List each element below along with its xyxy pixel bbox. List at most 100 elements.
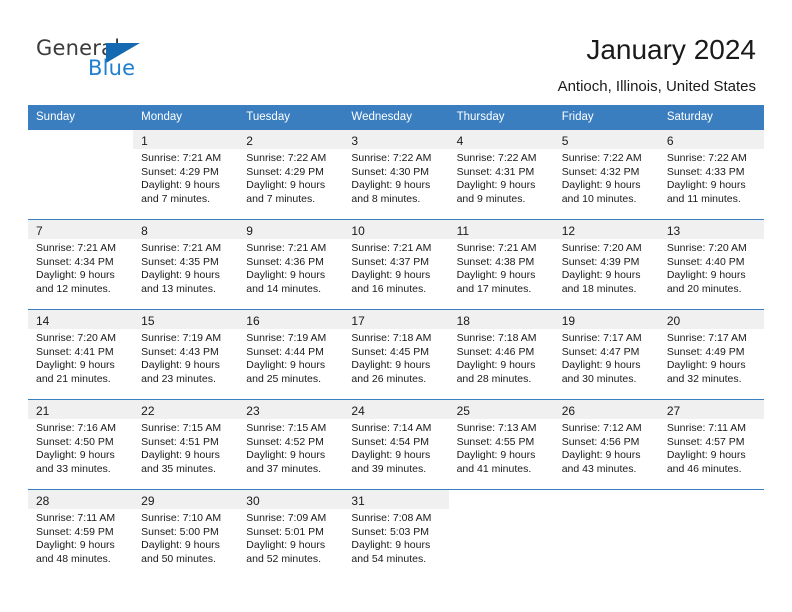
sunrise-text: Sunrise: 7:15 AM (246, 422, 327, 434)
day-details: Sunrise: 7:18 AM Sunset: 4:45 PM Daylight:… (343, 329, 448, 386)
sunrise-text: Sunrise: 7:20 AM (666, 242, 747, 254)
calendar-day-cell[interactable]: 15 Sunrise: 7:19 AM Sunset: 4:43 PM Dayligh… (133, 309, 239, 400)
daylight-text-line1: Daylight: 9 hours (246, 449, 326, 462)
day-number-band: 13 (658, 220, 764, 239)
day-number-band: 21 (28, 400, 134, 419)
daylight-text-line2: and 23 minutes. (141, 372, 216, 385)
calendar-day-cell[interactable]: 27 Sunrise: 7:11 AM Sunset: 4:57 PM Dayligh… (658, 399, 764, 490)
day-number-band: 20 (658, 310, 764, 329)
daylight-text-line2: and 48 minutes. (36, 552, 111, 565)
day-number-band: 2 (238, 130, 344, 149)
sunset-text: Sunset: 4:32 PM (561, 165, 640, 178)
daylight-text-line1: Daylight: 9 hours (141, 359, 220, 372)
daylight-text-line1: Daylight: 9 hours (666, 179, 746, 192)
daylight-text-line2: and 14 minutes. (246, 282, 321, 295)
general-blue-logo[interactable]: General Blue (36, 36, 166, 84)
daylight-text-line1: Daylight: 9 hours (36, 539, 115, 552)
day-number: 23 (246, 404, 260, 418)
calendar-day-cell[interactable]: 13 Sunrise: 7:20 AM Sunset: 4:40 PM Dayligh… (658, 219, 764, 310)
daylight-text-line1: Daylight: 9 hours (561, 359, 641, 372)
calendar-table: Sunday Monday Tuesday Wednesday Thursday… (28, 105, 764, 580)
calendar-day-cell[interactable]: 8 Sunrise: 7:21 AM Sunset: 4:35 PM Daylight… (133, 219, 239, 310)
calendar-day-cell[interactable]: 29 Sunrise: 7:10 AM Sunset: 5:00 PM Dayligh… (133, 489, 239, 580)
sunrise-text: Sunrise: 7:20 AM (561, 242, 642, 254)
day-number-band: 16 (238, 310, 344, 329)
calendar-day-cell[interactable]: 16 Sunrise: 7:19 AM Sunset: 4:44 PM Dayligh… (238, 309, 344, 400)
weekday-header-friday: Friday (553, 105, 659, 130)
calendar-day-cell[interactable]: 24 Sunrise: 7:14 AM Sunset: 4:54 PM Dayligh… (343, 399, 449, 490)
calendar-day-cell[interactable]: 10 Sunrise: 7:21 AM Sunset: 4:37 PM Dayligh… (343, 219, 449, 310)
calendar-day-cell[interactable]: 4 Sunrise: 7:22 AM Sunset: 4:31 PM Daylight… (448, 129, 554, 220)
day-number: 29 (141, 494, 155, 508)
sunrise-text: Sunrise: 7:19 AM (141, 332, 222, 344)
calendar-day-cell[interactable]: 23 Sunrise: 7:15 AM Sunset: 4:52 PM Dayligh… (238, 399, 344, 490)
sunset-text: Sunset: 4:38 PM (456, 255, 535, 268)
day-number-band: 22 (133, 400, 239, 419)
sunset-text: Sunset: 4:44 PM (246, 345, 324, 358)
day-number-band: 15 (133, 310, 239, 329)
day-details: Sunrise: 7:21 AM Sunset: 4:34 PM Daylight:… (28, 239, 133, 296)
calendar-day-cell[interactable]: 28 Sunrise: 7:11 AM Sunset: 4:59 PM Dayligh… (28, 489, 134, 580)
calendar-day-cell[interactable]: 3 Sunrise: 7:22 AM Sunset: 4:30 PM Daylight… (343, 129, 449, 220)
day-number-band: 10 (343, 220, 449, 239)
sunset-text: Sunset: 5:01 PM (246, 525, 324, 538)
sunrise-text: Sunrise: 7:12 AM (561, 422, 642, 434)
daylight-text-line2: and 32 minutes. (666, 372, 742, 385)
daylight-text-line1: Daylight: 9 hours (666, 449, 746, 462)
calendar-day-cell[interactable]: 22 Sunrise: 7:15 AM Sunset: 4:51 PM Dayligh… (133, 399, 239, 490)
day-details: Sunrise: 7:22 AM Sunset: 4:29 PM Daylight:… (238, 149, 343, 206)
calendar-day-cell[interactable]: 1 Sunrise: 7:21 AM Sunset: 4:29 PM Daylight… (133, 129, 239, 220)
daylight-text-line1: Daylight: 9 hours (141, 539, 220, 552)
day-number-band: 12 (553, 220, 659, 239)
calendar-day-cell[interactable]: 7 Sunrise: 7:21 AM Sunset: 4:34 PM Daylight… (28, 219, 134, 310)
day-number-band: 19 (553, 310, 659, 329)
day-details: Sunrise: 7:20 AM Sunset: 4:40 PM Daylight:… (659, 239, 764, 296)
sunset-text: Sunset: 4:47 PM (561, 345, 640, 358)
daylight-text-line1: Daylight: 9 hours (141, 179, 220, 192)
day-number-band: 23 (238, 400, 344, 419)
day-number: 24 (351, 404, 365, 418)
sunset-text: Sunset: 4:36 PM (246, 255, 324, 268)
calendar-header-row: Sunday Monday Tuesday Wednesday Thursday… (28, 105, 764, 130)
daylight-text-line1: Daylight: 9 hours (456, 449, 536, 462)
calendar-day-cell[interactable]: 31 Sunrise: 7:08 AM Sunset: 5:03 PM Dayligh… (343, 489, 449, 580)
calendar-day-cell[interactable]: 11 Sunrise: 7:21 AM Sunset: 4:38 PM Dayligh… (448, 219, 554, 310)
calendar-day-cell[interactable]: 18 Sunrise: 7:18 AM Sunset: 4:46 PM Dayligh… (448, 309, 554, 400)
daylight-text-line1: Daylight: 9 hours (36, 449, 115, 462)
daylight-text-line1: Daylight: 9 hours (666, 359, 746, 372)
day-number-band: 4 (448, 130, 554, 149)
sunrise-text: Sunrise: 7:14 AM (351, 422, 432, 434)
calendar-day-cell[interactable]: 12 Sunrise: 7:20 AM Sunset: 4:39 PM Dayligh… (553, 219, 659, 310)
sunrise-text: Sunrise: 7:11 AM (666, 422, 747, 434)
day-number-band: 17 (343, 310, 449, 329)
day-number: 11 (456, 224, 470, 238)
daylight-text-line2: and 18 minutes. (561, 282, 637, 295)
calendar-day-cell[interactable]: 5 Sunrise: 7:22 AM Sunset: 4:32 PM Daylight… (553, 129, 659, 220)
daylight-text-line1: Daylight: 9 hours (561, 179, 641, 192)
calendar-day-cell[interactable]: 19 Sunrise: 7:17 AM Sunset: 4:47 PM Dayligh… (553, 309, 659, 400)
day-details: Sunrise: 7:08 AM Sunset: 5:03 PM Daylight:… (343, 509, 448, 566)
calendar-day-cell[interactable]: 25 Sunrise: 7:13 AM Sunset: 4:55 PM Dayligh… (448, 399, 554, 490)
daylight-text-line2: and 46 minutes. (666, 462, 742, 475)
calendar-day-cell[interactable]: 17 Sunrise: 7:18 AM Sunset: 4:45 PM Dayligh… (343, 309, 449, 400)
calendar-day-cell[interactable]: 2 Sunrise: 7:22 AM Sunset: 4:29 PM Daylight… (238, 129, 344, 220)
daylight-text-line2: and 9 minutes. (456, 192, 526, 205)
day-number-band: 11 (448, 220, 554, 239)
daylight-text-line1: Daylight: 9 hours (351, 539, 431, 552)
daylight-text-line2: and 10 minutes. (561, 192, 637, 205)
sunrise-text: Sunrise: 7:18 AM (351, 332, 432, 344)
day-details: Sunrise: 7:21 AM Sunset: 4:36 PM Daylight:… (238, 239, 343, 296)
day-details: Sunrise: 7:13 AM Sunset: 4:55 PM Daylight:… (449, 419, 554, 476)
calendar-day-cell[interactable]: 30 Sunrise: 7:09 AM Sunset: 5:01 PM Dayligh… (238, 489, 344, 580)
sunrise-text: Sunrise: 7:16 AM (36, 422, 116, 434)
calendar-page: General Blue January 2024 Antioch, Illin… (0, 0, 792, 612)
calendar-day-cell[interactable]: 9 Sunrise: 7:21 AM Sunset: 4:36 PM Daylight… (238, 219, 344, 310)
calendar-day-cell[interactable]: 20 Sunrise: 7:17 AM Sunset: 4:49 PM Dayligh… (658, 309, 764, 400)
day-details: Sunrise: 7:10 AM Sunset: 5:00 PM Daylight:… (133, 509, 238, 566)
calendar-day-cell[interactable]: 26 Sunrise: 7:12 AM Sunset: 4:56 PM Dayligh… (553, 399, 659, 490)
calendar-day-cell[interactable]: 6 Sunrise: 7:22 AM Sunset: 4:33 PM Daylight… (658, 129, 764, 220)
day-number-band: 3 (343, 130, 449, 149)
calendar-day-cell[interactable]: 21 Sunrise: 7:16 AM Sunset: 4:50 PM Dayligh… (28, 399, 134, 490)
calendar-day-cell[interactable]: 14 Sunrise: 7:20 AM Sunset: 4:41 PM Dayligh… (28, 309, 134, 400)
daylight-text-line1: Daylight: 9 hours (456, 179, 536, 192)
